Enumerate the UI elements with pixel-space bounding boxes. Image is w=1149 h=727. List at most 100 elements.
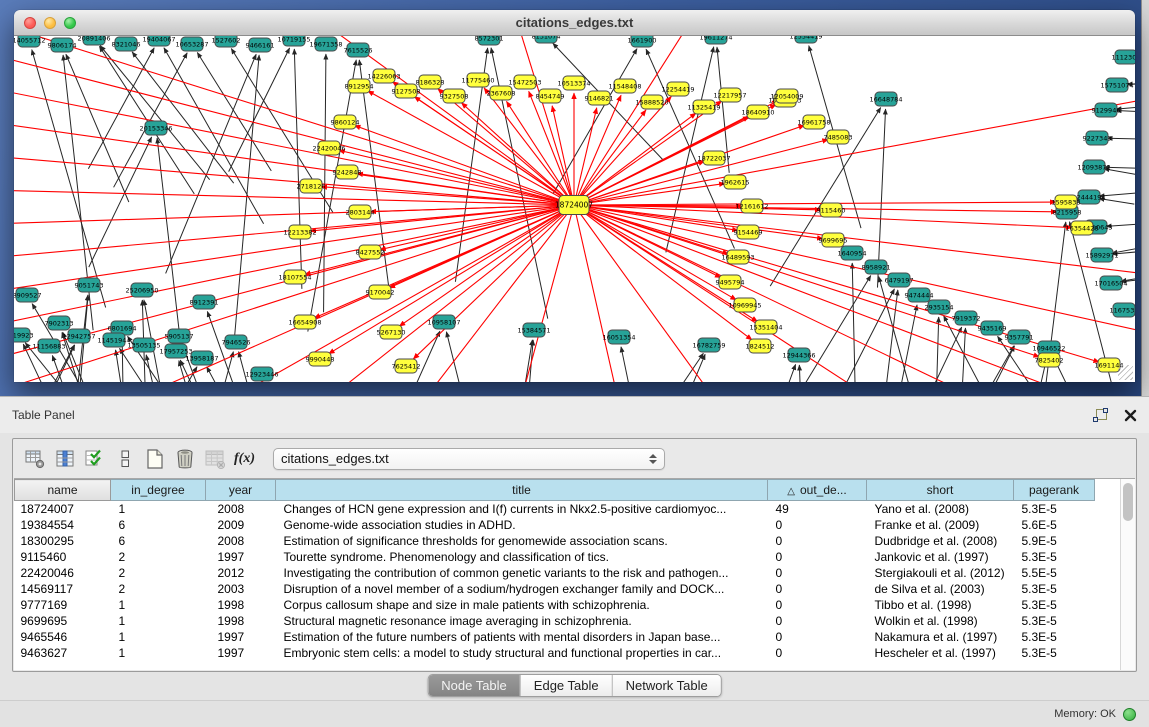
cell-name[interactable]: 9777169 [15,597,111,613]
graph-node-teal[interactable]: 20153346 [139,121,172,135]
cell-in_degree[interactable]: 1 [111,613,206,629]
table-row[interactable]: 1830029562008Estimation of significance … [15,533,1095,549]
show-columns-button[interactable] [51,445,78,472]
cell-short[interactable]: Stergiakouli et al. (2012) [867,565,1014,581]
cell-pagerank[interactable]: 5.3E-5 [1014,613,1095,629]
cell-out_degree[interactable]: 0 [768,597,867,613]
graph-node-yellow[interactable]: 9699695 [819,233,848,247]
graph-node-teal[interactable]: 3919923 [14,328,33,342]
cell-out_degree[interactable]: 0 [768,565,867,581]
graph-node-yellow[interactable]: 8186328 [416,75,445,89]
cell-name[interactable]: 22420046 [15,565,111,581]
graph-node-teal[interactable]: 9129946 [1092,103,1121,117]
cell-pagerank[interactable]: 5.3E-5 [1014,597,1095,613]
cell-name[interactable]: 9465546 [15,629,111,645]
cell-in_degree[interactable]: 1 [111,597,206,613]
graph-node-yellow[interactable]: 15472503 [508,75,541,89]
cell-in_degree[interactable]: 1 [111,629,206,645]
cell-name[interactable]: 18300295 [15,533,111,549]
cell-in_degree[interactable]: 1 [111,501,206,518]
graph-node-yellow[interactable]: 9242848 [333,165,362,179]
column-header-in-degree[interactable]: in_degree [111,480,206,501]
cell-out_degree[interactable]: 0 [768,629,867,645]
graph-node-teal[interactable]: 9474444 [905,288,934,302]
graph-node-teal[interactable]: 6479197 [885,273,914,287]
cell-name[interactable]: 9463627 [15,645,111,661]
cell-short[interactable]: Nakamura et al. (1997) [867,629,1014,645]
cell-pagerank[interactable]: 5.9E-5 [1014,533,1095,549]
vertical-scrollbar[interactable] [1120,479,1135,670]
graph-node-teal[interactable]: 20891406 [77,36,110,45]
column-header-out-degree[interactable]: △out_de... [768,480,867,501]
table-row[interactable]: 1872400712008Changes of HCN gene express… [15,501,1095,518]
zoom-button[interactable] [64,17,76,29]
cell-pagerank[interactable]: 5.5E-5 [1014,565,1095,581]
cell-out_degree[interactable]: 0 [768,549,867,565]
graph-node-yellow[interactable]: 9154469 [734,225,763,239]
cell-in_degree[interactable]: 2 [111,565,206,581]
cell-year[interactable]: 2008 [206,533,276,549]
tab-edge-table[interactable]: Edge Table [520,675,612,696]
graph-node-teal[interactable]: 9227343 [1083,131,1112,145]
cell-pagerank[interactable]: 5.6E-5 [1014,517,1095,533]
column-header-title[interactable]: title [276,480,768,501]
graph-node-yellow[interactable]: 9115460 [817,203,846,217]
graph-node-yellow[interactable]: 7485083 [824,130,853,144]
graph-node-teal[interactable]: 8131074 [532,36,561,43]
graph-node-yellow[interactable]: 9990448 [306,352,335,366]
graph-node-teal[interactable]: 25206950 [125,283,158,297]
cell-out_degree[interactable]: 49 [768,501,867,518]
graph-node-yellow[interactable]: 9170042 [366,285,395,299]
delete-column-button[interactable] [171,445,198,472]
cell-short[interactable]: Wolkin et al. (1998) [867,613,1014,629]
cell-short[interactable]: Franke et al. (2009) [867,517,1014,533]
graph-node-teal[interactable]: 15751074 [1100,78,1133,92]
graph-node-teal[interactable]: 7615526 [344,43,373,57]
table-row[interactable]: 946554611997Estimation of the future num… [15,629,1095,645]
graph-node-yellow[interactable]: 2367608 [487,86,516,100]
delete-table-button[interactable] [201,445,228,472]
graph-node-teal[interactable]: 8912391 [190,295,219,309]
graph-node-teal[interactable]: 19611274 [699,36,732,44]
graph-node-teal[interactable]: 7946526 [222,335,251,349]
graph-node-teal[interactable]: 12554419 [789,36,822,43]
window-titlebar[interactable]: citations_edges.txt [14,10,1135,36]
network-canvas[interactable]: 1405571298061742089140683210461940406710… [14,36,1135,382]
close-panel-icon[interactable] [1124,409,1137,422]
table-source-dropdown[interactable]: citations_edges.txt [273,448,665,470]
graph-node-teal[interactable]: 15384571 [517,323,550,337]
column-header-name[interactable]: name [15,480,111,501]
cell-short[interactable]: Tibbo et al. (1998) [867,597,1014,613]
cell-pagerank[interactable]: 5.3E-5 [1014,549,1095,565]
cell-in_degree[interactable]: 1 [111,645,206,661]
table-row[interactable]: 911546021997Tourette syndrome. Phenomeno… [15,549,1095,565]
graph-node-teal[interactable]: 1527602 [212,36,241,47]
table-row[interactable]: 1938455462009Genome-wide association stu… [15,517,1095,533]
function-builder-button[interactable]: f(x) [231,445,258,472]
cell-in_degree[interactable]: 6 [111,533,206,549]
cell-name[interactable]: 9115460 [15,549,111,565]
column-header-short[interactable]: short [867,480,1014,501]
graph-node-yellow[interactable]: 5267130 [377,325,406,339]
graph-node-teal[interactable]: 1640954 [838,246,867,260]
cell-year[interactable]: 1997 [206,645,276,661]
cell-out_degree[interactable]: 0 [768,517,867,533]
cell-name[interactable]: 18724007 [15,501,111,518]
cell-pagerank[interactable]: 5.3E-5 [1014,645,1095,661]
graph-node-teal[interactable]: 19671358 [309,37,342,51]
cell-year[interactable]: 1997 [206,549,276,565]
graph-node-teal[interactable]: 9051743 [75,278,104,292]
graph-node-teal[interactable]: 5905137 [165,329,194,343]
table-row[interactable]: 977716911998Corpus callosum shape and si… [15,597,1095,613]
graph-node-teal[interactable]: 1167533 [1110,303,1135,317]
cell-title[interactable]: Tourette syndrome. Phenomenology and cla… [276,549,768,565]
graph-node-yellow[interactable]: 15888520 [635,95,668,109]
cell-in_degree[interactable]: 2 [111,581,206,597]
graph-node-yellow[interactable]: 8427552 [356,245,385,259]
cell-short[interactable]: Jankovic et al. (1997) [867,549,1014,565]
cell-title[interactable]: Embryonic stem cells: a model to study s… [276,645,768,661]
cell-pagerank[interactable]: 5.3E-5 [1014,581,1095,597]
cell-year[interactable]: 2012 [206,565,276,581]
cell-out_degree[interactable]: 0 [768,613,867,629]
cell-out_degree[interactable]: 0 [768,581,867,597]
